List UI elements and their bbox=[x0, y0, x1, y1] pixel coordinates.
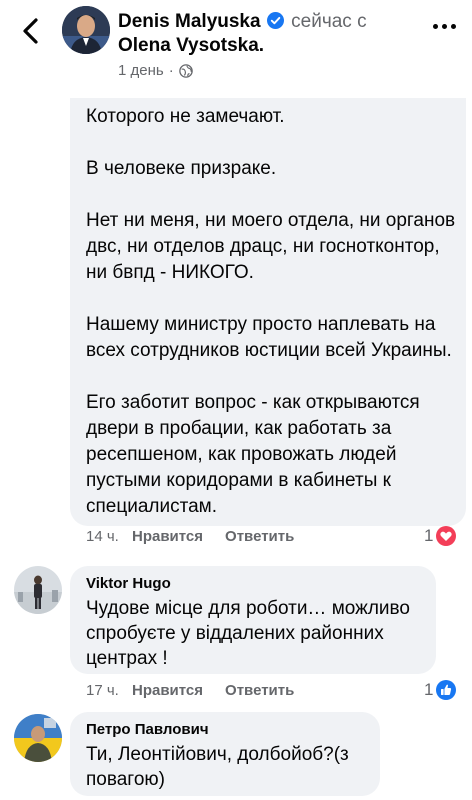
post-header: Denis Malyuska сейчас с Olena Vysotska. … bbox=[0, 0, 472, 96]
comment-time[interactable]: 14 ч. bbox=[86, 528, 132, 545]
comment-paragraph: В человеке призраке. bbox=[86, 158, 277, 179]
globe-icon bbox=[178, 63, 193, 78]
header-verb: сейчас с bbox=[291, 11, 367, 32]
post-meta: 1 день · bbox=[118, 62, 193, 79]
verified-icon bbox=[266, 12, 284, 29]
comment-author[interactable]: Петро Павлович bbox=[86, 721, 209, 738]
more-icon[interactable] bbox=[433, 24, 456, 29]
comment-bubble-main: Которого не замечают. В человеке призрак… bbox=[70, 98, 466, 526]
reaction-summary[interactable]: 1 bbox=[424, 680, 457, 700]
commenter-avatar[interactable] bbox=[14, 714, 62, 762]
like-reaction-icon bbox=[436, 680, 457, 700]
comment-actions: 17 ч. Нравится Ответить bbox=[86, 682, 316, 699]
like-button[interactable]: Нравится bbox=[132, 528, 203, 545]
comment-author[interactable]: Viktor Hugo bbox=[86, 575, 171, 592]
reply-button[interactable]: Ответить bbox=[225, 682, 294, 699]
comment-paragraph: Нашему министру просто наплевать на всех… bbox=[86, 314, 452, 361]
comment-paragraph: Которого не замечают. bbox=[86, 106, 285, 127]
love-reaction-icon bbox=[436, 526, 457, 546]
tagged-name[interactable]: Olena Vysotska. bbox=[118, 35, 264, 56]
reaction-summary[interactable]: 1 bbox=[424, 526, 457, 546]
commenter-avatar[interactable] bbox=[14, 566, 62, 614]
meta-dot: · bbox=[168, 62, 174, 79]
comment-time[interactable]: 17 ч. bbox=[86, 682, 132, 699]
comment-paragraph: Его заботит вопрос - как открываются две… bbox=[86, 392, 420, 517]
author-avatar[interactable] bbox=[62, 6, 110, 54]
reaction-count: 1 bbox=[424, 526, 434, 545]
comment-text: Чудове місце для роботи… можливо спробує… bbox=[86, 598, 410, 669]
comment-actions: 14 ч. Нравится Ответить bbox=[86, 528, 316, 545]
reply-button[interactable]: Ответить bbox=[225, 528, 294, 545]
post-time[interactable]: 1 день bbox=[118, 62, 164, 79]
like-button[interactable]: Нравится bbox=[132, 682, 203, 699]
reaction-count: 1 bbox=[424, 680, 434, 699]
author-name[interactable]: Denis Malyuska bbox=[118, 11, 261, 32]
comment-text: Ти, Леонтійович, долбойоб?(з повагою) bbox=[86, 744, 349, 790]
comment-bubble: Viktor Hugo Чудове місце для роботи… мож… bbox=[70, 566, 436, 674]
comment-paragraph: Нет ни меня, ни моего отдела, ни органов… bbox=[86, 210, 456, 283]
comment-bubble: Петро Павлович Ти, Леонтійович, долбойоб… bbox=[70, 712, 380, 796]
back-chevron-icon[interactable] bbox=[18, 16, 44, 46]
header-title: Denis Malyuska сейчас с Olena Vysotska. bbox=[118, 10, 418, 58]
